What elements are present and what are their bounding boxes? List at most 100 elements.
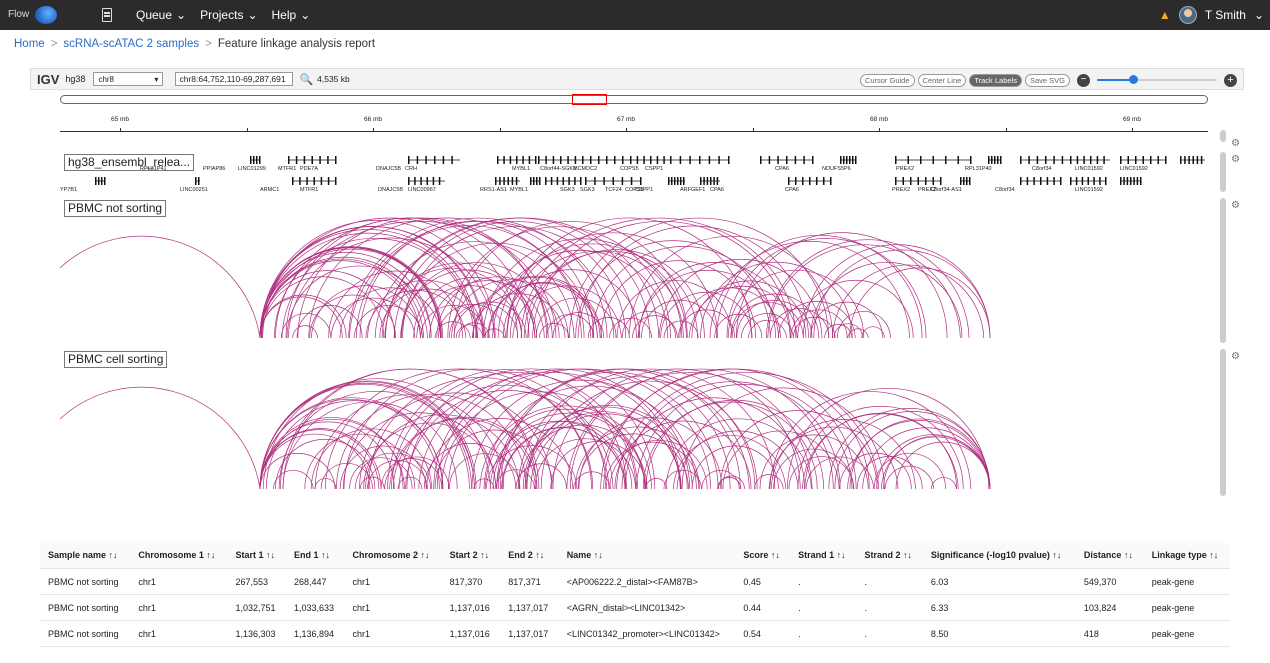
gene-label[interactable]: COPS5 <box>620 166 639 172</box>
gear-icon[interactable]: ⚙ <box>1231 200 1240 211</box>
ruler-tick-label: 69 mb <box>1122 116 1142 123</box>
cursor-guide-button[interactable]: Cursor Guide <box>859 73 915 87</box>
chevron-down-icon[interactable]: ⌄ <box>1254 8 1264 22</box>
gene-label[interactable]: RPL31P40 <box>965 166 992 172</box>
gene-label[interactable]: LINC00251 <box>180 187 208 193</box>
gene-label[interactable]: PDE7A <box>300 166 318 172</box>
gene-label[interactable]: C8orf44-SGK3 <box>540 166 576 172</box>
column-header[interactable]: Sample name ↑↓ <box>40 543 131 569</box>
gene-label[interactable]: MTFR1 <box>300 187 318 193</box>
breadcrumb-home[interactable]: Home <box>14 38 45 50</box>
gene-label[interactable]: MYBL1 <box>512 166 530 172</box>
table-row[interactable]: PBMC not sorting chr1 267,553 268,447 chr1 81… <box>40 568 1230 595</box>
column-header[interactable]: Start 2 ↑↓ <box>441 543 501 569</box>
gear-icon[interactable]: ⚙ <box>1231 154 1240 165</box>
server-icon[interactable] <box>102 8 112 22</box>
gene-label[interactable]: PREX2 <box>896 166 914 172</box>
track-resize-bar[interactable] <box>1220 152 1226 192</box>
gene-label[interactable]: CSPP1 <box>645 166 663 172</box>
column-header[interactable]: Chromosome 1 ↑↓ <box>130 543 228 569</box>
track-resize-bar[interactable] <box>1220 130 1226 142</box>
chromosome-ideogram[interactable] <box>60 94 1208 105</box>
gene-label[interactable]: ARFGEF1 <box>680 187 705 193</box>
gene-exon <box>556 177 559 185</box>
column-header[interactable]: Significance (-log10 pvalue) ↑↓ <box>922 543 1076 569</box>
locus-input[interactable]: chr8:64,752,110-69,287,691 <box>175 72 294 86</box>
column-header[interactable]: End 2 ↑↓ <box>500 543 559 569</box>
zoom-thumb[interactable] <box>1129 75 1138 84</box>
linkage-arc <box>309 294 397 339</box>
gene-label[interactable]: CRH <box>405 166 417 172</box>
column-header[interactable]: Strand 1 ↑↓ <box>790 543 857 569</box>
gene-label[interactable]: CPA6 <box>785 187 799 193</box>
zoom-out-icon[interactable]: − <box>1077 73 1090 87</box>
gene-label[interactable]: LINC01592 <box>1120 166 1148 172</box>
gene-exon <box>689 156 691 164</box>
gene-label[interactable]: PPIAP86 <box>203 166 225 172</box>
user-name[interactable]: T Smith <box>1205 8 1246 22</box>
save-svg-button[interactable]: Save SVG <box>1024 73 1070 87</box>
gene-label[interactable]: LINC01299 <box>238 166 266 172</box>
gene-label[interactable]: YP7B1 <box>60 187 77 193</box>
gene-label[interactable]: TCF24 <box>605 187 622 193</box>
breadcrumb-project[interactable]: scRNA-scATAC 2 samples <box>63 38 199 50</box>
gene-label[interactable]: DNAJC5B <box>378 187 403 193</box>
track-resize-bar[interactable] <box>1220 198 1226 343</box>
gene-exon <box>786 156 788 164</box>
linkage-arc <box>621 397 805 490</box>
gene-label[interactable]: C8orf34-AS1 <box>930 187 962 193</box>
gene-label[interactable]: MCMDC2 <box>573 166 597 172</box>
track-labels-button[interactable]: Track Labels <box>969 73 1022 87</box>
gene-label[interactable]: MTFR1 <box>278 166 296 172</box>
column-header[interactable]: Linkage type ↑↓ <box>1143 543 1230 569</box>
gene-exon <box>700 177 702 185</box>
search-icon[interactable]: 🔍 <box>299 73 313 86</box>
app-logo[interactable]: Flow <box>8 6 88 24</box>
gene-exon <box>509 156 512 164</box>
arc-track-cell-sorting: PBMC cell sorting <box>60 351 1208 496</box>
track-resize-bar[interactable] <box>1220 349 1226 496</box>
gene-label[interactable]: SGK3 <box>580 187 595 193</box>
nav-item-help[interactable]: Help ⌄ <box>272 8 311 22</box>
column-header[interactable]: Start 1 ↑↓ <box>227 543 287 569</box>
gene-label[interactable]: CSPP1 <box>635 187 653 193</box>
gene-label[interactable]: LINC01592 <box>1075 187 1103 193</box>
gene-label[interactable]: MYBL1 <box>510 187 528 193</box>
gene-label[interactable]: DNAJC5B <box>376 166 401 172</box>
zoom-in-icon[interactable]: + <box>1224 73 1237 87</box>
gene-exon <box>802 177 804 185</box>
bell-icon[interactable]: ▲ <box>1159 9 1171 21</box>
nav-item-projects[interactable]: Projects ⌄ <box>200 8 257 22</box>
gene-label[interactable]: CPA6 <box>775 166 789 172</box>
column-header[interactable]: Chromosome 2 ↑↓ <box>344 543 442 569</box>
avatar[interactable] <box>1178 6 1197 24</box>
chromosome-select[interactable]: chr8 ▾ <box>93 72 164 86</box>
gene-label[interactable]: LINC00967 <box>408 187 436 193</box>
column-header[interactable]: End 1 ↑↓ <box>286 543 345 569</box>
gear-icon[interactable]: ⚙ <box>1231 138 1240 149</box>
gene-label[interactable]: PREX2 <box>892 187 910 193</box>
gene-label[interactable]: C8orf34 <box>995 187 1015 193</box>
gene-label[interactable]: ARMC1 <box>260 187 279 193</box>
center-line-button[interactable]: Center Line <box>917 73 967 87</box>
gene-exon <box>536 177 538 185</box>
linkage-arc <box>259 433 371 490</box>
gene-label[interactable]: LINC01592 <box>1075 166 1103 172</box>
column-header[interactable]: Strand 2 ↑↓ <box>856 543 923 569</box>
linkage-arc <box>930 477 957 490</box>
gene-label[interactable]: NDUFS5P6 <box>822 166 851 172</box>
column-header[interactable]: Distance ↑↓ <box>1075 543 1144 569</box>
gear-icon[interactable]: ⚙ <box>1231 351 1240 362</box>
column-header[interactable]: Score ↑↓ <box>735 543 791 569</box>
gene-label[interactable]: SGK3 <box>560 187 575 193</box>
table-row[interactable]: PBMC not sorting chr1 1,032,751 1,033,633 ch… <box>40 594 1230 621</box>
nav-item-queue[interactable]: Queue ⌄ <box>136 8 186 22</box>
table-row[interactable]: PBMC not sorting chr1 1,136,303 1,136,894 ch… <box>40 620 1230 647</box>
gene-exon <box>969 177 971 185</box>
zoom-slider[interactable] <box>1097 75 1217 84</box>
column-header[interactable]: Name ↑↓ <box>558 543 736 569</box>
gene-label[interactable]: CPA6 <box>710 187 724 193</box>
gene-label[interactable]: C8orf34 <box>1032 166 1052 172</box>
gene-label[interactable]: RPL31P41 <box>140 166 167 172</box>
gene-label[interactable]: RRS1-AS1 <box>480 187 507 193</box>
